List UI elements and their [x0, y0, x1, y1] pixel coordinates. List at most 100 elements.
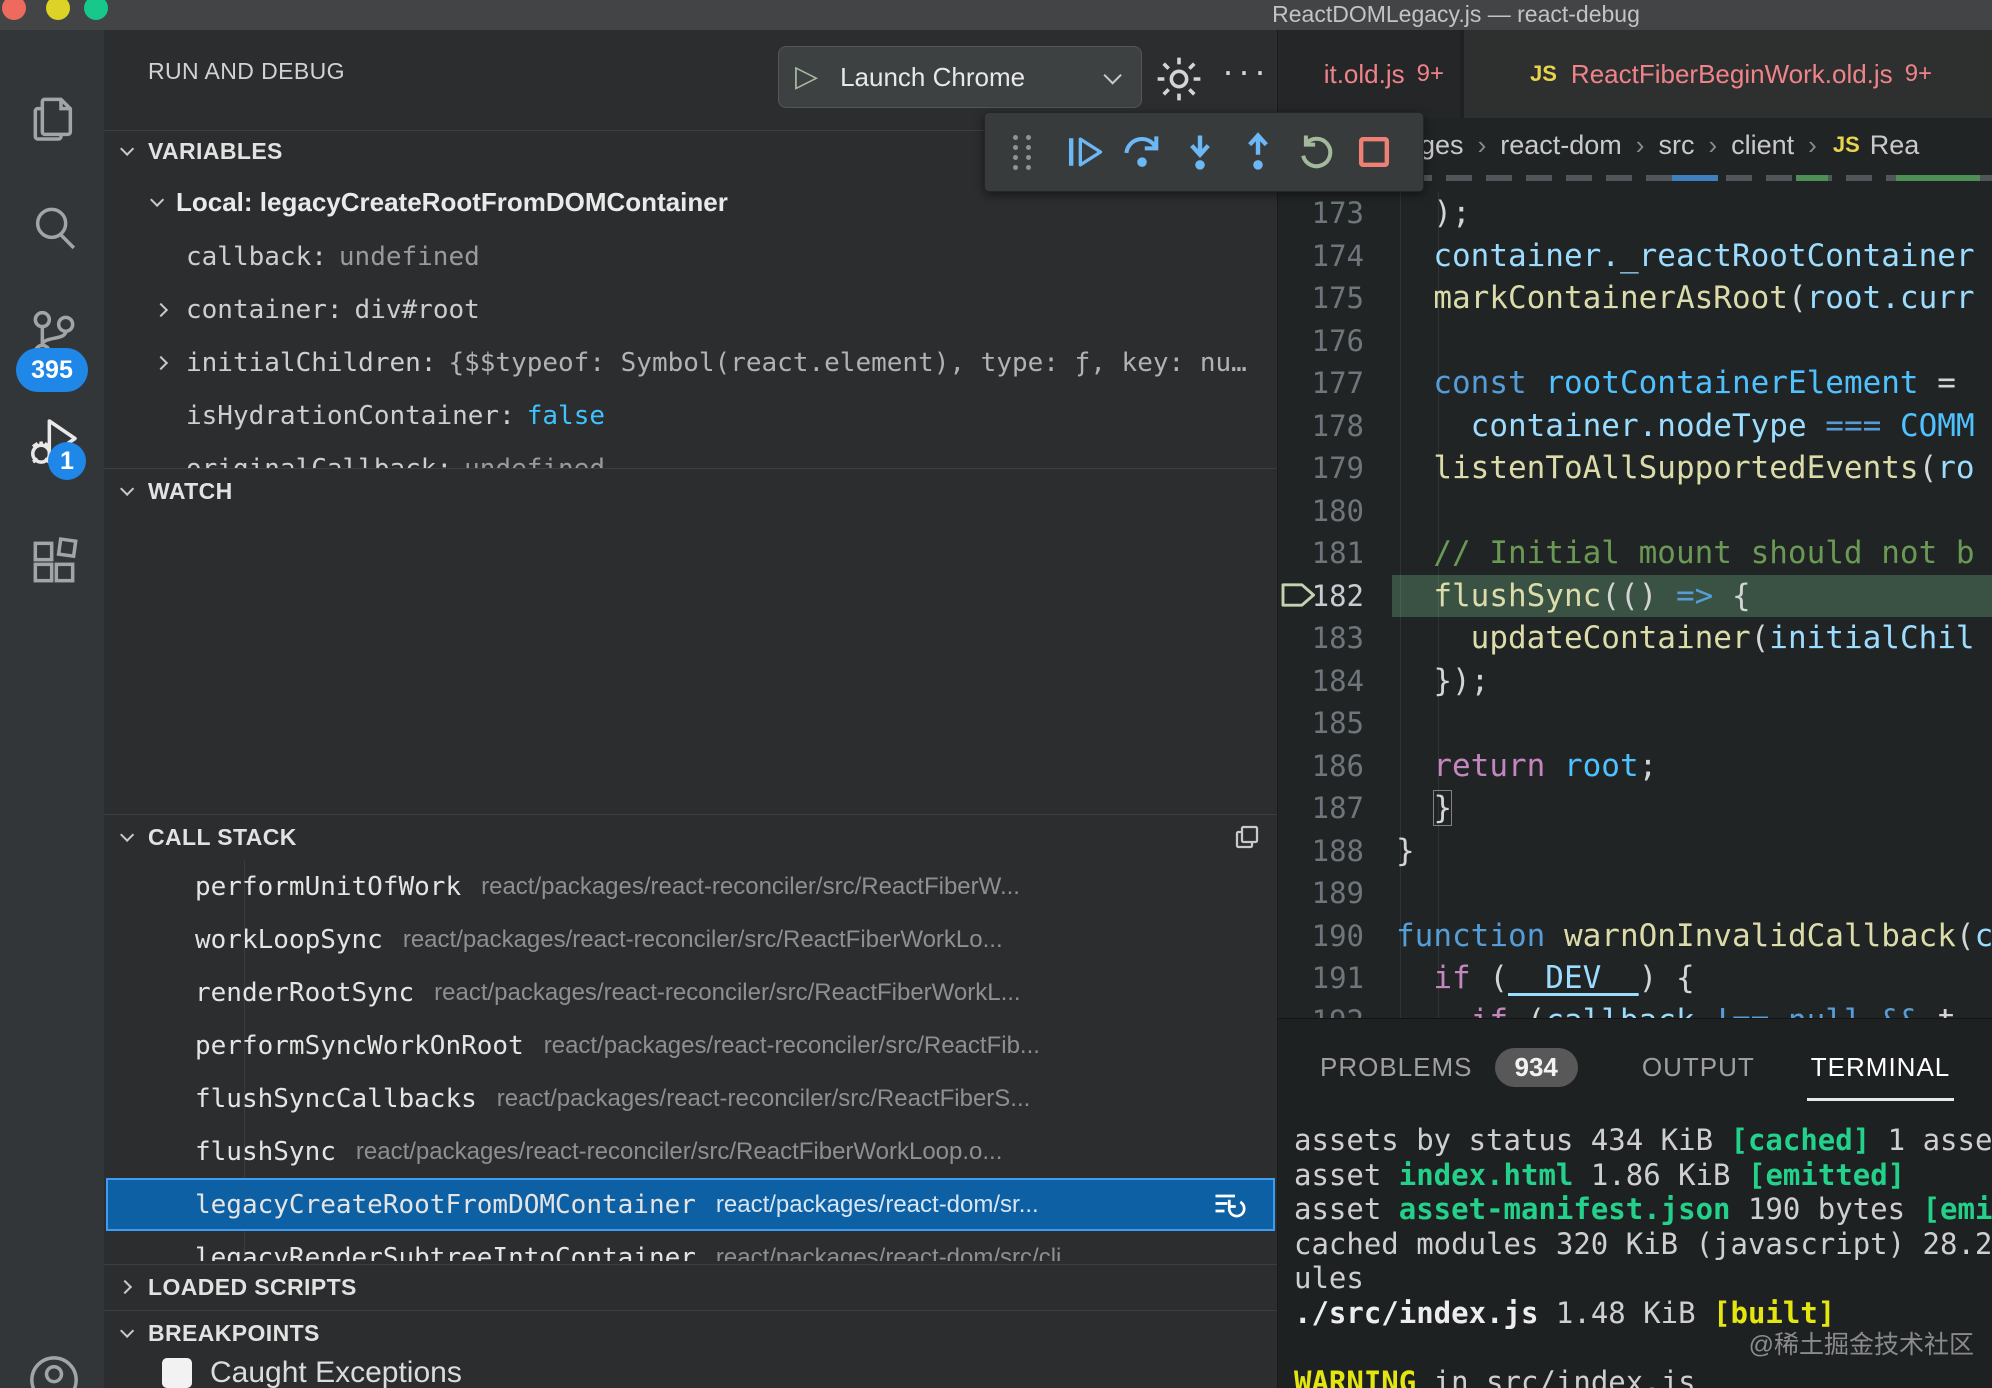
stack-frame[interactable]: legacyCreateRootFromDOMContainerreact/pa…: [106, 1178, 1275, 1231]
line-number: 189: [1278, 872, 1364, 915]
token: t: [1919, 1003, 1956, 1019]
line-content: }: [1396, 830, 1415, 873]
line-content: function warnOnInvalidCallback(cal: [1396, 915, 1992, 958]
variable-row[interactable]: isHydrationContainer:false: [104, 393, 1277, 439]
code-line[interactable]: 190function warnOnInvalidCallback(cal: [1278, 915, 1992, 958]
stop-button[interactable]: [1345, 124, 1403, 180]
token: asset: [1294, 1158, 1399, 1192]
line-content: if (callback !== null && t: [1396, 1000, 1956, 1019]
code-line[interactable]: 189: [1278, 872, 1992, 915]
line-number: 180: [1278, 490, 1364, 533]
loaded-scripts-section-header[interactable]: LOADED SCRIPTS: [104, 1268, 1277, 1306]
stack-frame[interactable]: flushSyncreact/packages/react-reconciler…: [106, 1125, 1275, 1178]
code-line[interactable]: 175 markContainerAsRoot(root.curr: [1278, 277, 1992, 320]
sidebar-title: RUN AND DEBUG: [148, 58, 345, 85]
continue-button[interactable]: [1055, 124, 1113, 180]
token: =: [1919, 365, 1956, 401]
chevron-down-icon: [150, 193, 164, 207]
debug-settings-gear-icon[interactable]: [1152, 52, 1206, 106]
frame-path: react/packages/react-dom/sr...: [716, 1191, 1039, 1219]
line-number: 173: [1278, 192, 1364, 235]
stack-frame[interactable]: renderRootSyncreact/packages/react-recon…: [106, 966, 1275, 1019]
step-over-button[interactable]: [1113, 124, 1171, 180]
call-stack-section-header[interactable]: CALL STACK: [104, 818, 1277, 856]
twisty: [156, 305, 186, 315]
stack-frame[interactable]: flushSyncCallbacksreact/packages/react-r…: [106, 1072, 1275, 1125]
stack-frame[interactable]: legacyRenderSubtreeIntoContainerreact/pa…: [106, 1231, 1275, 1261]
stack-frame[interactable]: performUnitOfWorkreact/packages/react-re…: [106, 860, 1275, 913]
code-line[interactable]: 191 if (__DEV__) {: [1278, 957, 1992, 1000]
more-actions-icon[interactable]: ···: [1222, 50, 1270, 92]
tab-it-old-js[interactable]: it.old.js 9+: [1278, 30, 1460, 118]
variable-row[interactable]: callback:undefined: [104, 234, 1277, 280]
token: (: [1919, 450, 1938, 486]
code-line[interactable]: 174 container._reactRootContainer: [1278, 235, 1992, 278]
stack-frame[interactable]: performSyncWorkOnRootreact/packages/reac…: [106, 1019, 1275, 1072]
tab-reactfiberbeginwork[interactable]: JS ReactFiberBeginWork.old.js 9+: [1464, 30, 1992, 118]
code-line[interactable]: 180: [1278, 490, 1992, 533]
breadcrumb-file[interactable]: Rea: [1870, 130, 1920, 161]
debug-badge: 1: [48, 442, 86, 480]
variable-row[interactable]: container:div#root: [104, 287, 1277, 333]
token: [1396, 620, 1471, 656]
code-line[interactable]: 181 // Initial mount should not b: [1278, 532, 1992, 575]
code-line-current[interactable]: 182 flushSync(() => {: [1278, 575, 1992, 618]
tab-problems[interactable]: PROBLEMS: [1320, 1052, 1473, 1083]
code-line[interactable]: 186 return root;: [1278, 745, 1992, 788]
debug-toolbar: [984, 112, 1424, 192]
frame-path: react/packages/react-reconciler/src/Reac…: [434, 979, 1020, 1007]
breakpoint-item[interactable]: Caught Exceptions: [162, 1356, 462, 1388]
stack-frame[interactable]: workLoopSyncreact/packages/react-reconci…: [106, 913, 1275, 966]
breakpoints-section-header[interactable]: BREAKPOINTS: [104, 1314, 1277, 1352]
code-line[interactable]: 176: [1278, 320, 1992, 363]
step-out-button[interactable]: [1229, 124, 1287, 180]
frame-name: flushSync: [195, 1137, 336, 1167]
caught-exceptions-checkbox[interactable]: [162, 1358, 192, 1388]
code-line[interactable]: 184 });: [1278, 660, 1992, 703]
close-window-button[interactable]: [2, 0, 26, 20]
variable-row[interactable]: originalCallback:undefined: [104, 446, 1277, 468]
code-line[interactable]: 178 container.nodeType === COMM: [1278, 405, 1992, 448]
explorer-icon[interactable]: [26, 90, 82, 146]
token: flushSync: [1433, 578, 1601, 614]
search-icon[interactable]: [26, 200, 82, 256]
token: markContainerAsRoot: [1433, 280, 1788, 316]
launch-config-label: Launch Chrome: [840, 62, 1104, 93]
breadcrumb-item[interactable]: src: [1658, 130, 1694, 161]
restart-frame-icon[interactable]: [1211, 1187, 1247, 1223]
variable-value: undefined: [339, 242, 480, 272]
divider: [104, 814, 1277, 815]
watch-section-header[interactable]: WATCH: [104, 472, 1277, 510]
token: if: [1433, 960, 1470, 996]
breadcrumb-item[interactable]: client: [1731, 130, 1794, 161]
code-line[interactable]: 188}: [1278, 830, 1992, 873]
code-line[interactable]: 183 updateContainer(initialChil: [1278, 617, 1992, 660]
step-into-button[interactable]: [1171, 124, 1229, 180]
maximize-window-button[interactable]: [84, 0, 108, 20]
token: !==: [1713, 1003, 1769, 1019]
code-line[interactable]: 187 }: [1278, 787, 1992, 830]
code-area[interactable]: 173 );174 container._reactRootContainer1…: [1278, 192, 1992, 1018]
launch-config-dropdown[interactable]: ▷ Launch Chrome: [778, 46, 1142, 108]
start-debug-icon[interactable]: ▷: [795, 62, 818, 92]
tab-output[interactable]: OUTPUT: [1642, 1052, 1755, 1083]
copy-call-stack-icon[interactable]: [1232, 822, 1262, 852]
minimize-window-button[interactable]: [46, 0, 70, 20]
extensions-icon[interactable]: [26, 534, 82, 590]
tab-terminal[interactable]: TERMINAL: [1811, 1052, 1950, 1083]
toolbar-drag-gripper[interactable]: [997, 124, 1055, 180]
code-line[interactable]: 177 const rootContainerElement =: [1278, 362, 1992, 405]
variable-row[interactable]: initialChildren:{$$typeof: Symbol(react.…: [104, 340, 1277, 386]
code-line[interactable]: 192 if (callback !== null && t: [1278, 1000, 1992, 1019]
code-line[interactable]: 185: [1278, 702, 1992, 745]
line-content: );: [1396, 192, 1471, 235]
code-line[interactable]: 179 listenToAllSupportedEvents(ro: [1278, 447, 1992, 490]
code-line[interactable]: 173 );: [1278, 192, 1992, 235]
token: WARNING: [1294, 1365, 1416, 1388]
breadcrumb-item[interactable]: react-dom: [1500, 130, 1622, 161]
frame-path: react/packages/react-reconciler/src/Reac…: [497, 1085, 1031, 1113]
accounts-icon[interactable]: [26, 1352, 82, 1388]
line-number: 178: [1278, 405, 1364, 448]
chevron-down-icon: [120, 1324, 134, 1338]
restart-button[interactable]: [1287, 124, 1345, 180]
